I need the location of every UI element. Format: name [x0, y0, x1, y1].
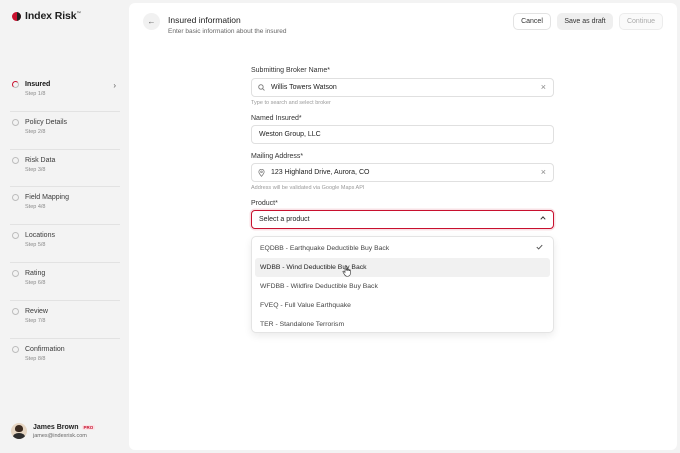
- main-panel: ← Insured information Enter basic inform…: [129, 3, 677, 450]
- step-title: Locations: [25, 232, 55, 240]
- pro-badge: PRO: [81, 424, 96, 430]
- step-number: Step 3/8: [25, 166, 46, 173]
- product-dropdown: EQDBB - Earthquake Deductible Buy Back W…: [251, 236, 554, 333]
- option-label: WFDBB - Wildfire Deductible Buy Back: [260, 283, 378, 290]
- broker-value: Willis Towers Watson: [271, 84, 337, 91]
- option-label: EQDBB - Earthquake Deductible Buy Back: [260, 245, 390, 252]
- step-number: Step 5/8: [25, 242, 46, 249]
- step-policy-details[interactable]: Policy Details Step 2/8: [10, 112, 120, 150]
- hand-cursor-icon: [342, 265, 351, 277]
- option-label: TER - Standalone Terrorism: [260, 321, 345, 328]
- avatar: [11, 423, 27, 439]
- step-field-mapping[interactable]: Field Mapping Step 4/8: [10, 187, 120, 226]
- search-icon: [258, 84, 265, 93]
- address-value: 123 Highland Drive, Aurora, CO: [271, 169, 370, 176]
- page-subtitle: Enter basic information about the insure…: [168, 28, 287, 35]
- option-label: FVEQ - Full Value Earthquake: [260, 302, 351, 309]
- broker-input[interactable]: Willis Towers Watson ×: [251, 78, 554, 97]
- step-title: Review: [25, 307, 48, 315]
- logo-mark-icon: [12, 11, 21, 21]
- broker-hint: Type to search and select broker: [251, 100, 331, 106]
- cancel-button[interactable]: Cancel: [513, 13, 551, 30]
- product-label: Product*: [251, 200, 278, 207]
- sidebar: Index Risk™ Insured Step 1/8 › Policy De…: [0, 0, 128, 453]
- step-rating[interactable]: Rating Step 6/8: [10, 263, 120, 301]
- step-title: Risk Data: [25, 156, 56, 164]
- circle-icon: [12, 194, 19, 202]
- product-option-wdbb[interactable]: WDBB - Wind Deductible Buy Back: [255, 258, 550, 277]
- step-title: Policy Details: [25, 118, 68, 126]
- user-name: James Brown: [33, 423, 79, 431]
- continue-button[interactable]: Continue: [619, 13, 663, 30]
- circle-icon: [12, 118, 19, 126]
- product-option-fveq[interactable]: FVEQ - Full Value Earthquake: [255, 296, 550, 315]
- logo[interactable]: Index Risk™: [12, 10, 81, 22]
- step-list: Insured Step 1/8 › Policy Details Step 2…: [10, 74, 120, 376]
- progress-ring-icon: [12, 81, 19, 88]
- step-title: Confirmation: [25, 345, 65, 353]
- product-option-wfdbb[interactable]: WFDBB - Wildfire Deductible Buy Back: [255, 277, 550, 296]
- address-hint: Address will be validated via Google Map…: [251, 185, 365, 191]
- insured-label: Named Insured*: [251, 115, 302, 122]
- product-select[interactable]: Select a product: [251, 210, 554, 229]
- step-title: Field Mapping: [25, 194, 69, 202]
- step-locations[interactable]: Locations Step 5/8: [10, 225, 120, 263]
- circle-icon: [12, 345, 19, 353]
- product-placeholder: Select a product: [259, 216, 310, 223]
- insured-input[interactable]: Weston Group, LLC: [251, 125, 554, 144]
- step-number: Step 4/8: [25, 204, 46, 211]
- circle-icon: [12, 156, 19, 164]
- close-icon[interactable]: ×: [541, 82, 546, 92]
- user-profile[interactable]: James Brown PRO james@indexrisk.com: [11, 423, 96, 439]
- back-button[interactable]: ←: [143, 13, 160, 30]
- product-option-ter[interactable]: TER - Standalone Terrorism: [255, 315, 550, 334]
- step-title: Rating: [25, 269, 46, 277]
- circle-icon: [12, 232, 19, 240]
- step-confirmation[interactable]: Confirmation Step 8/8: [10, 339, 120, 377]
- insured-value: Weston Group, LLC: [259, 131, 321, 138]
- circle-icon: [12, 269, 19, 277]
- save-draft-button[interactable]: Save as draft: [557, 13, 613, 30]
- step-title: Insured: [25, 81, 51, 88]
- checkmark-icon: [536, 244, 543, 252]
- broker-label: Submitting Broker Name*: [251, 67, 330, 74]
- logo-trademark: ™: [76, 10, 82, 16]
- step-risk-data[interactable]: Risk Data Step 3/8: [10, 150, 120, 188]
- step-number: Step 2/8: [25, 128, 46, 135]
- page-title: Insured information: [168, 15, 241, 25]
- step-review[interactable]: Review Step 7/8: [10, 301, 120, 339]
- chevron-right-icon: ›: [113, 81, 116, 90]
- step-insured[interactable]: Insured Step 1/8 ›: [10, 74, 120, 112]
- location-pin-icon: [258, 168, 265, 179]
- product-option-eqdbb[interactable]: EQDBB - Earthquake Deductible Buy Back: [255, 239, 550, 258]
- arrow-left-icon: ←: [147, 17, 156, 26]
- chevron-up-icon: [540, 215, 546, 222]
- logo-text: Index Risk: [25, 10, 77, 22]
- step-number: Step 1/8: [25, 91, 46, 97]
- step-number: Step 6/8: [25, 279, 46, 286]
- address-input[interactable]: 123 Highland Drive, Aurora, CO ×: [251, 163, 554, 182]
- user-email: james@indexrisk.com: [33, 432, 87, 439]
- step-number: Step 7/8: [25, 317, 46, 324]
- close-icon[interactable]: ×: [541, 167, 546, 177]
- address-label: Mailing Address*: [251, 153, 304, 160]
- circle-icon: [12, 307, 19, 315]
- step-number: Step 8/8: [25, 355, 46, 362]
